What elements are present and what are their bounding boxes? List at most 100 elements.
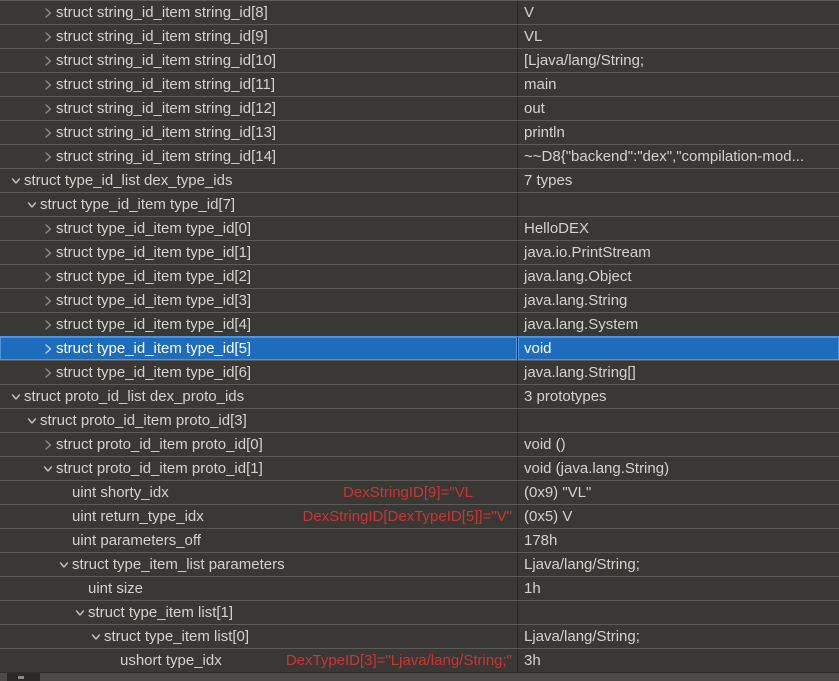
indent-spacer <box>0 492 58 493</box>
row-label: struct proto_id_list dex_proto_ids <box>24 385 244 408</box>
tree-row[interactable]: struct proto_id_item proto_id[1]void (ja… <box>0 456 839 480</box>
chevron-right-icon[interactable] <box>42 223 56 235</box>
tree-row[interactable]: ushort type_idxDexTypeID[3]="Ljava/lang/… <box>0 648 839 672</box>
tree-row[interactable]: struct string_id_item string_id[13]print… <box>0 120 839 144</box>
tree-row[interactable]: struct string_id_item string_id[10][Ljav… <box>0 48 839 72</box>
cross-reference-annotation: DexStringID[DexTypeID[5]]="V" <box>303 505 512 528</box>
tree-row[interactable]: uint size1h <box>0 576 839 600</box>
chevron-down-icon[interactable] <box>26 415 40 427</box>
row-name-cell: struct type_item list[0] <box>0 625 518 648</box>
row-name-cell: struct proto_id_list dex_proto_ids <box>0 385 518 408</box>
tree-row[interactable]: uint shorty_idxDexStringID[9]="VL(0x9) "… <box>0 480 839 504</box>
chevron-down-icon[interactable] <box>10 391 24 403</box>
row-label: uint return_type_idx <box>72 505 204 528</box>
tree-row[interactable]: struct type_id_list dex_type_ids7 types <box>0 168 839 192</box>
tree-row[interactable]: struct string_id_item string_id[12]out <box>0 96 839 120</box>
tree-row[interactable]: struct type_id_item type_id[7] <box>0 192 839 216</box>
row-label: uint parameters_off <box>72 529 201 552</box>
chevron-right-icon[interactable] <box>42 7 56 19</box>
tree-row[interactable]: struct proto_id_item proto_id[0] void () <box>0 432 839 456</box>
indent-spacer <box>0 228 42 229</box>
chevron-right-icon[interactable] <box>42 367 56 379</box>
scrollbar-thumb[interactable] <box>7 673 40 681</box>
chevron-down-icon[interactable] <box>90 631 104 643</box>
cross-reference-annotation: DexStringID[9]="VL <box>343 481 473 504</box>
row-name-cell: ushort type_idxDexTypeID[3]="Ljava/lang/… <box>0 649 518 672</box>
chevron-right-icon[interactable] <box>42 31 56 43</box>
row-name-cell: struct proto_id_item proto_id[1] <box>0 457 518 480</box>
row-name-cell: struct type_id_item type_id[3] <box>0 289 518 312</box>
indent-spacer <box>0 324 42 325</box>
indent-spacer <box>0 396 10 397</box>
tree-row[interactable]: struct type_id_item type_id[3]java.lang.… <box>0 288 839 312</box>
tree-row[interactable]: struct type_item list[0]Ljava/lang/Strin… <box>0 624 839 648</box>
tree-row[interactable]: struct type_item list[1] <box>0 600 839 624</box>
row-label: struct type_id_list dex_type_ids <box>24 169 232 192</box>
tree-row[interactable]: struct type_id_item type_id[0]HelloDEX <box>0 216 839 240</box>
row-value: void <box>518 337 839 360</box>
row-name-cell: struct type_id_item type_id[1] <box>0 241 518 264</box>
row-name-cell: struct string_id_item string_id[14] <box>0 145 518 168</box>
tree-row[interactable]: struct string_id_item string_id[11]main <box>0 72 839 96</box>
horizontal-scrollbar[interactable] <box>0 672 839 681</box>
row-value: 3h <box>518 649 839 672</box>
tree-row[interactable]: struct string_id_item string_id[14]~~D8{… <box>0 144 839 168</box>
indent-spacer <box>0 108 42 109</box>
indent-spacer <box>0 276 42 277</box>
row-label: struct string_id_item string_id[9] <box>56 25 268 48</box>
chevron-right-icon[interactable] <box>42 55 56 67</box>
tree-row[interactable]: struct string_id_item string_id[8]V <box>0 0 839 24</box>
tree-row[interactable]: struct type_id_item type_id[1]java.io.Pr… <box>0 240 839 264</box>
indent-spacer <box>0 204 26 205</box>
row-label: struct proto_id_item proto_id[0] <box>56 433 263 456</box>
chevron-right-icon[interactable] <box>42 247 56 259</box>
tree-row[interactable]: uint parameters_off 178h <box>0 528 839 552</box>
chevron-right-icon[interactable] <box>42 295 56 307</box>
chevron-right-icon[interactable] <box>42 151 56 163</box>
chevron-down-icon[interactable] <box>26 199 40 211</box>
tree-row[interactable]: struct proto_id_item proto_id[3] <box>0 408 839 432</box>
row-label: struct type_id_item type_id[5] <box>56 337 251 360</box>
row-value: void () <box>518 433 839 456</box>
tree-row[interactable]: struct type_id_item type_id[2]java.lang.… <box>0 264 839 288</box>
tree-row[interactable]: struct proto_id_list dex_proto_ids 3 prot… <box>0 384 839 408</box>
row-value: VL <box>518 25 839 48</box>
tree-row[interactable]: struct type_item_list parametersLjava/la… <box>0 552 839 576</box>
indent-spacer <box>0 516 58 517</box>
row-value: V <box>518 1 839 24</box>
chevron-right-icon[interactable] <box>42 319 56 331</box>
chevron-right-icon[interactable] <box>42 439 56 451</box>
row-value: java.lang.String[] <box>518 361 839 384</box>
chevron-down-icon[interactable] <box>10 175 24 187</box>
row-label: struct string_id_item string_id[14] <box>56 145 276 168</box>
tree-row[interactable]: uint return_type_idx DexStringID[DexTypeI… <box>0 504 839 528</box>
row-name-cell: struct string_id_item string_id[13] <box>0 121 518 144</box>
row-value: java.lang.Object <box>518 265 839 288</box>
chevron-down-icon[interactable] <box>58 559 72 571</box>
row-name-cell: struct string_id_item string_id[11] <box>0 73 518 96</box>
indent-spacer <box>0 660 106 661</box>
row-value: (0x5) V <box>518 505 839 528</box>
row-value: 1h <box>518 577 839 600</box>
row-value: 3 prototypes <box>518 385 839 408</box>
chevron-right-icon[interactable] <box>42 127 56 139</box>
indent-spacer <box>0 12 42 13</box>
indent-spacer <box>0 540 58 541</box>
row-name-cell: struct proto_id_item proto_id[0] <box>0 433 518 456</box>
chevron-right-icon[interactable] <box>42 103 56 115</box>
row-label: struct string_id_item string_id[12] <box>56 97 276 120</box>
tree-row[interactable]: struct type_id_item type_id[5] void <box>0 336 839 360</box>
tree-row[interactable]: struct type_id_item type_id[4]java.lang.… <box>0 312 839 336</box>
tree-row[interactable]: struct type_id_item type_id[6]java.lang.… <box>0 360 839 384</box>
tree-row[interactable]: struct string_id_item string_id[9] VL <box>0 24 839 48</box>
row-name-cell: struct string_id_item string_id[12] <box>0 97 518 120</box>
chevron-right-icon[interactable] <box>42 79 56 91</box>
row-label: struct type_id_item type_id[1] <box>56 241 251 264</box>
row-name-cell: struct string_id_item string_id[9] <box>0 25 518 48</box>
chevron-right-icon[interactable] <box>42 271 56 283</box>
row-value: 178h <box>518 529 839 552</box>
row-name-cell: struct type_id_item type_id[5] <box>0 337 518 360</box>
chevron-down-icon[interactable] <box>74 607 88 619</box>
chevron-down-icon[interactable] <box>42 463 56 475</box>
chevron-right-icon[interactable] <box>42 343 56 355</box>
